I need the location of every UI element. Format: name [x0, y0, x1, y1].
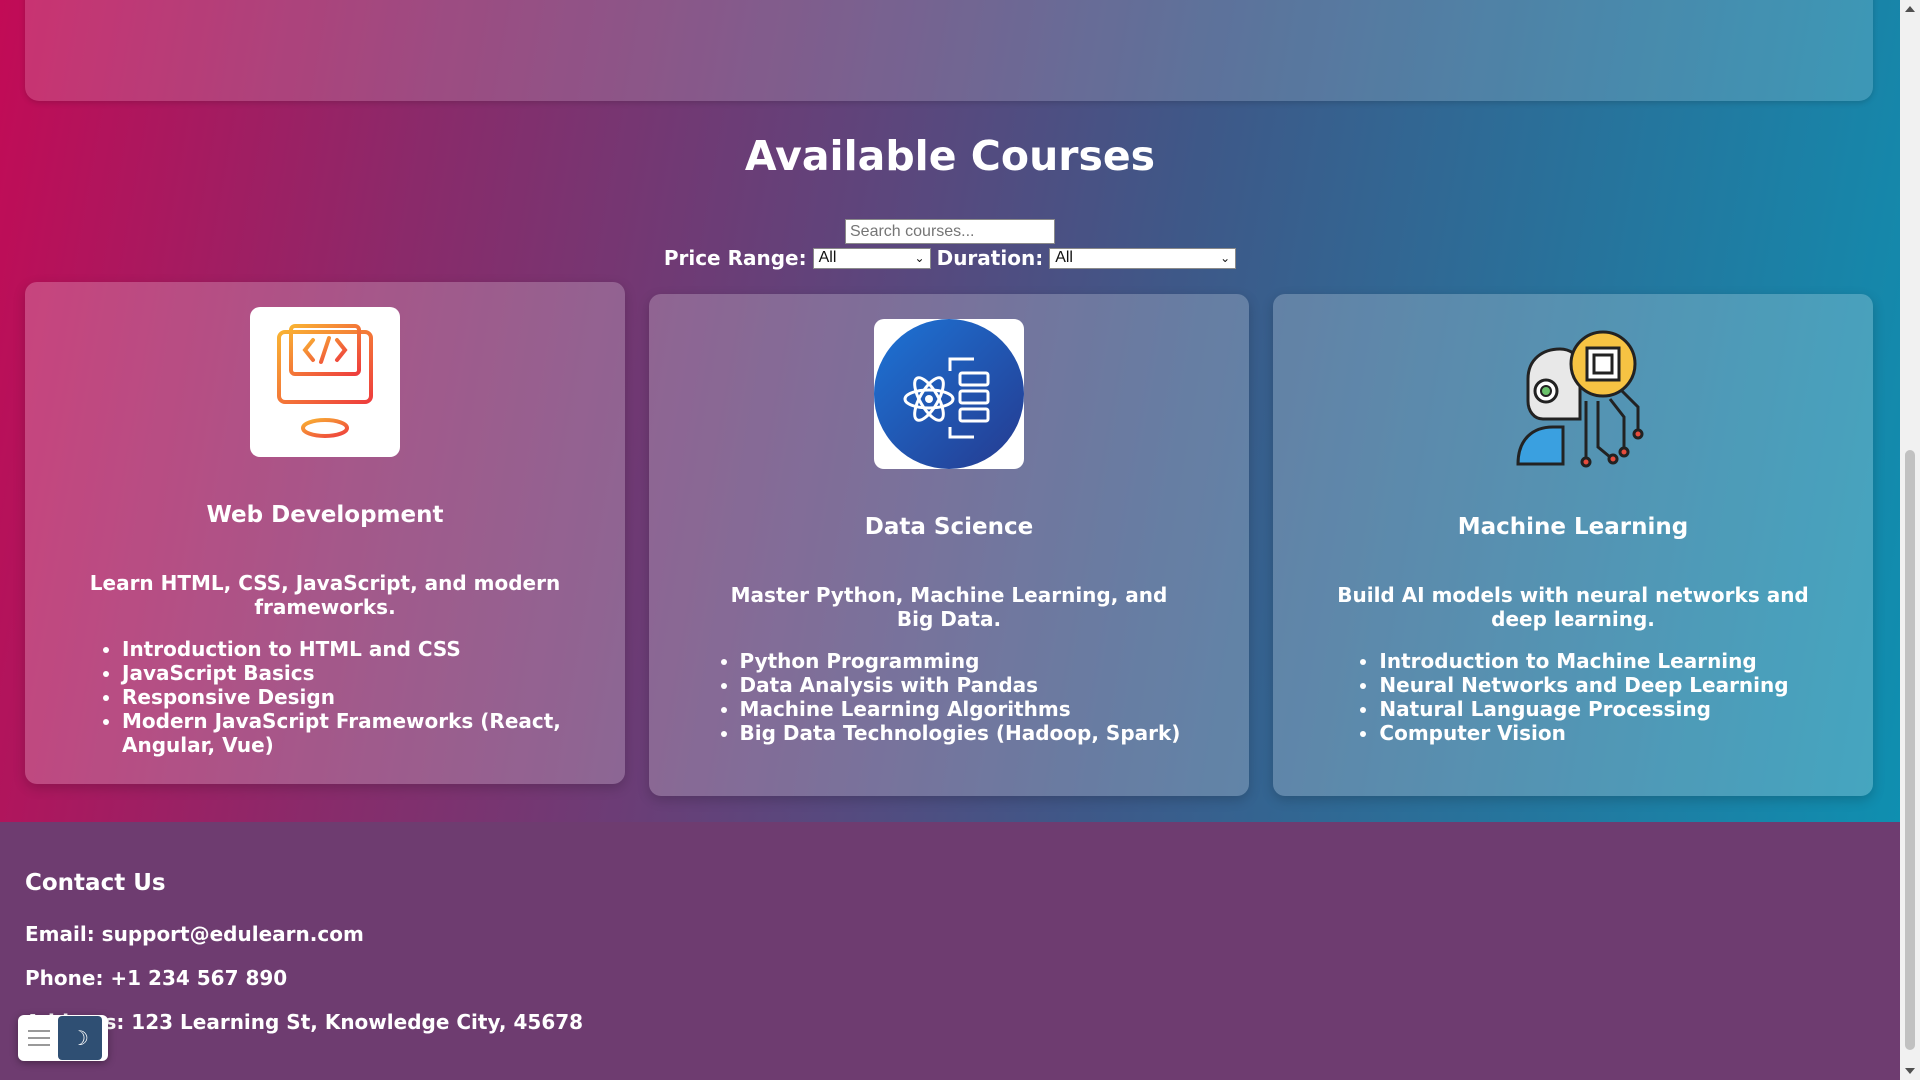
contact-title: Contact Us — [25, 870, 166, 896]
page-viewport: Available Courses Price Range: All ⌄ Dur… — [0, 0, 1900, 1080]
list-item: Python Programming — [740, 649, 1181, 673]
section-title: Available Courses — [744, 132, 1156, 180]
filters-bar: Price Range: All ⌄ Duration: All ⌄ — [0, 245, 1900, 271]
list-item: Introduction to HTML and CSS — [122, 637, 600, 661]
duration-select[interactable]: All ⌄ — [1049, 247, 1237, 269]
list-item: Modern JavaScript Frameworks (React, Ang… — [122, 709, 600, 757]
course-description: Build AI models with neural networks and… — [1337, 583, 1809, 631]
course-description: Master Python, Machine Learning, and Big… — [730, 583, 1168, 631]
course-card-machine-learning[interactable]: Machine Learning Build AI models with ne… — [1273, 294, 1873, 796]
price-range-value: All — [818, 249, 837, 266]
data-science-icon — [874, 319, 1024, 469]
price-range-label: Price Range: — [663, 246, 807, 270]
duration-label: Duration: — [936, 246, 1044, 270]
list-item: Neural Networks and Deep Learning — [1379, 673, 1788, 697]
list-item: Machine Learning Algorithms — [740, 697, 1181, 721]
list-item: Computer Vision — [1379, 721, 1788, 745]
chevron-down-icon: ⌄ — [1220, 251, 1231, 265]
moon-icon: ☽ — [71, 1026, 89, 1050]
course-title: Web Development — [206, 502, 444, 528]
courses-section: Available Courses Price Range: All ⌄ Dur… — [0, 0, 1900, 822]
course-description: Learn HTML, CSS, JavaScript, and modern … — [89, 571, 561, 619]
contact-email: Email: support@edulearn.com — [25, 922, 364, 946]
hero-card — [25, 0, 1873, 101]
scroll-thumb[interactable] — [1905, 450, 1915, 1050]
floating-toolbar: ☽ — [18, 1015, 108, 1061]
course-card-data-science[interactable]: Data Science Master Python, Machine Lear… — [649, 294, 1249, 796]
list-item: Big Data Technologies (Hadoop, Spark) — [740, 721, 1181, 745]
footer: Contact Us Email: support@edulearn.com P… — [0, 822, 1900, 1080]
ai-robot-icon — [1498, 319, 1648, 469]
search-input[interactable] — [845, 219, 1055, 244]
contact-phone: Phone: +1 234 567 890 — [25, 966, 288, 990]
theme-toggle-button[interactable]: ☽ — [58, 1016, 102, 1060]
list-item: Responsive Design — [122, 685, 600, 709]
course-cards: Web Development Learn HTML, CSS, JavaScr… — [25, 282, 1873, 802]
contact-address: Address: 123 Learning St, Knowledge City… — [25, 1010, 584, 1034]
scroll-down-arrow[interactable] — [1905, 1068, 1915, 1074]
course-title: Machine Learning — [1457, 514, 1689, 540]
course-topics: Introduction to HTML and CSS JavaScript … — [100, 637, 600, 757]
list-item: Data Analysis with Pandas — [740, 673, 1181, 697]
course-topics: Python Programming Data Analysis with Pa… — [718, 649, 1181, 745]
vertical-scrollbar[interactable] — [1900, 0, 1920, 1080]
scroll-up-arrow[interactable] — [1905, 6, 1915, 12]
course-topics: Introduction to Machine Learning Neural … — [1357, 649, 1788, 745]
chevron-down-icon: ⌄ — [914, 251, 925, 265]
list-item: Natural Language Processing — [1379, 697, 1788, 721]
code-monitor-icon — [250, 307, 400, 457]
menu-icon[interactable] — [28, 1030, 50, 1046]
list-item: Introduction to Machine Learning — [1379, 649, 1788, 673]
course-title: Data Science — [864, 514, 1034, 540]
duration-value: All — [1055, 249, 1073, 266]
course-card-web-development[interactable]: Web Development Learn HTML, CSS, JavaScr… — [25, 282, 625, 784]
list-item: JavaScript Basics — [122, 661, 600, 685]
price-range-select[interactable]: All ⌄ — [812, 247, 931, 269]
